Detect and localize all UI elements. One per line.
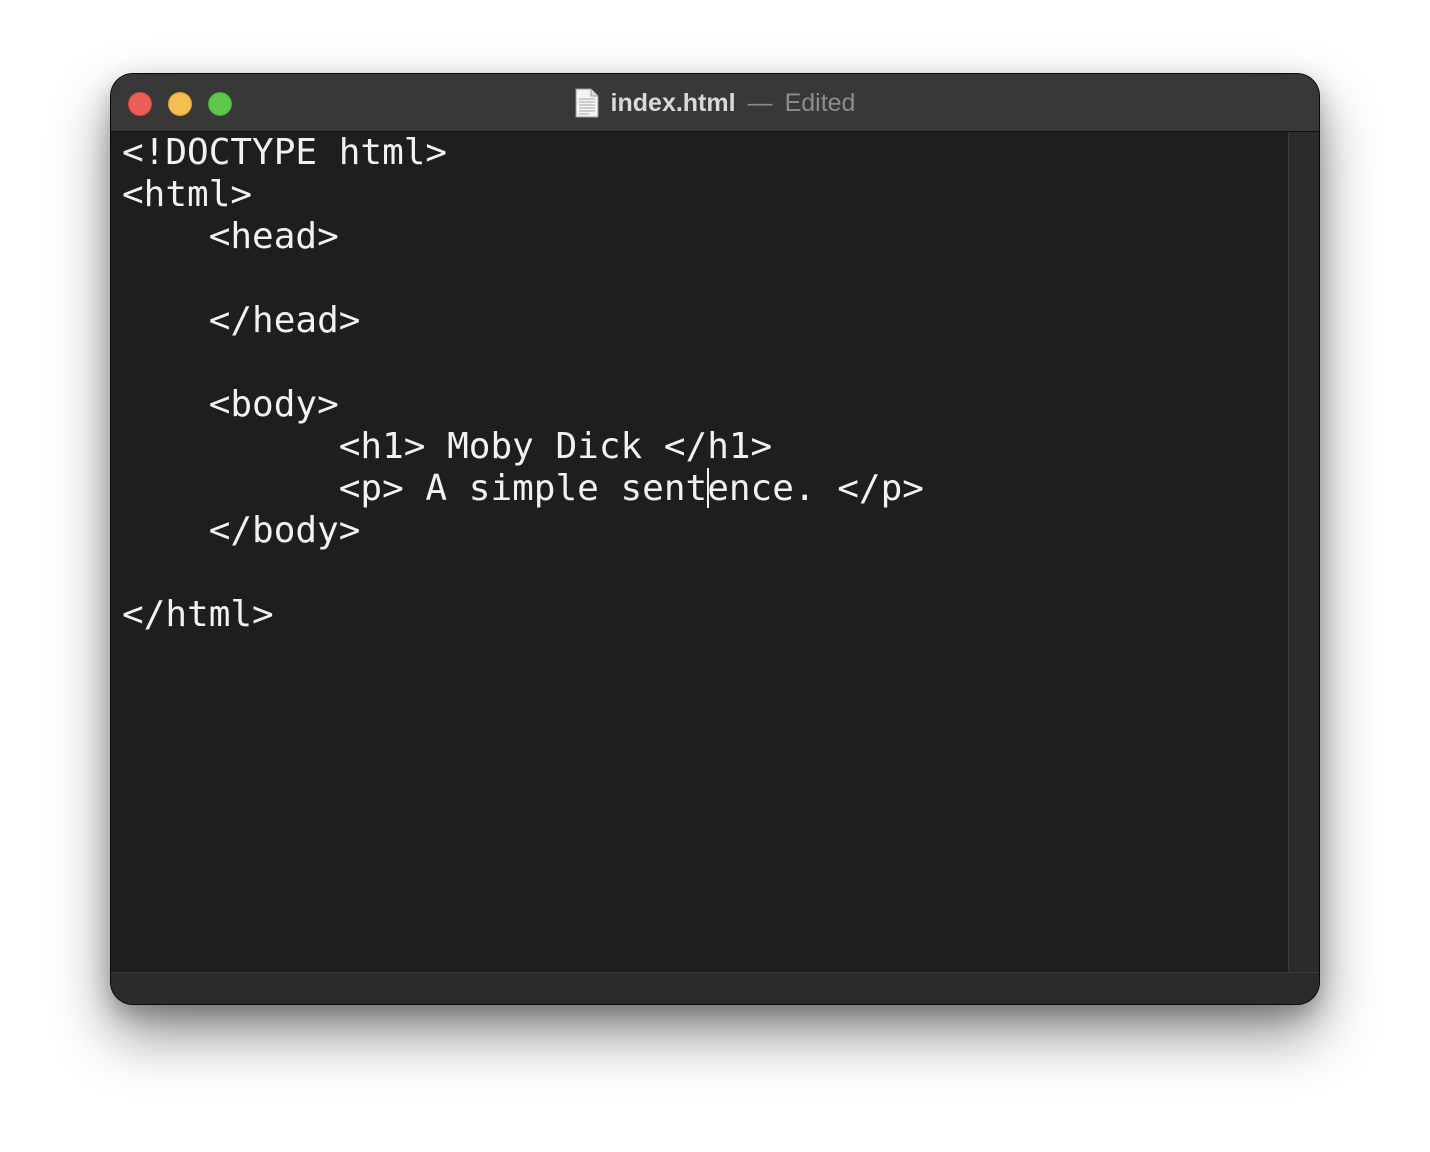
- editor-window: index.html — Edited <!DOCTYPE html> <html…: [111, 74, 1319, 1004]
- vertical-scrollbar[interactable]: [1288, 132, 1319, 972]
- code-line[interactable]: </head>: [122, 300, 924, 342]
- code-line-text: ence. </p>: [707, 468, 924, 509]
- title-bar[interactable]: index.html — Edited: [111, 74, 1319, 132]
- document-status: Edited: [784, 88, 856, 117]
- window-title: index.html — Edited: [111, 74, 1319, 132]
- code-line[interactable]: <p> A simple sentence. </p>: [122, 468, 924, 510]
- code-line[interactable]: [122, 342, 924, 384]
- title-separator: —: [747, 88, 773, 117]
- document-icon[interactable]: [575, 88, 599, 118]
- code-text[interactable]: <!DOCTYPE html> <html> <head> </head> <bo…: [122, 132, 924, 636]
- code-line[interactable]: </body>: [122, 510, 924, 552]
- code-line[interactable]: </html>: [122, 594, 924, 636]
- code-line[interactable]: <!DOCTYPE html>: [122, 132, 924, 174]
- document-name: index.html: [610, 88, 736, 117]
- text-editor[interactable]: <!DOCTYPE html> <html> <head> </head> <bo…: [111, 132, 1288, 972]
- code-line[interactable]: <html>: [122, 174, 924, 216]
- code-line[interactable]: [122, 258, 924, 300]
- code-line[interactable]: <head>: [122, 216, 924, 258]
- code-line[interactable]: <body>: [122, 384, 924, 426]
- code-line[interactable]: <h1> Moby Dick </h1>: [122, 426, 924, 468]
- code-line[interactable]: [122, 552, 924, 594]
- horizontal-scrollbar[interactable]: [111, 972, 1319, 1004]
- code-line-text: <p> A simple sent: [122, 468, 708, 509]
